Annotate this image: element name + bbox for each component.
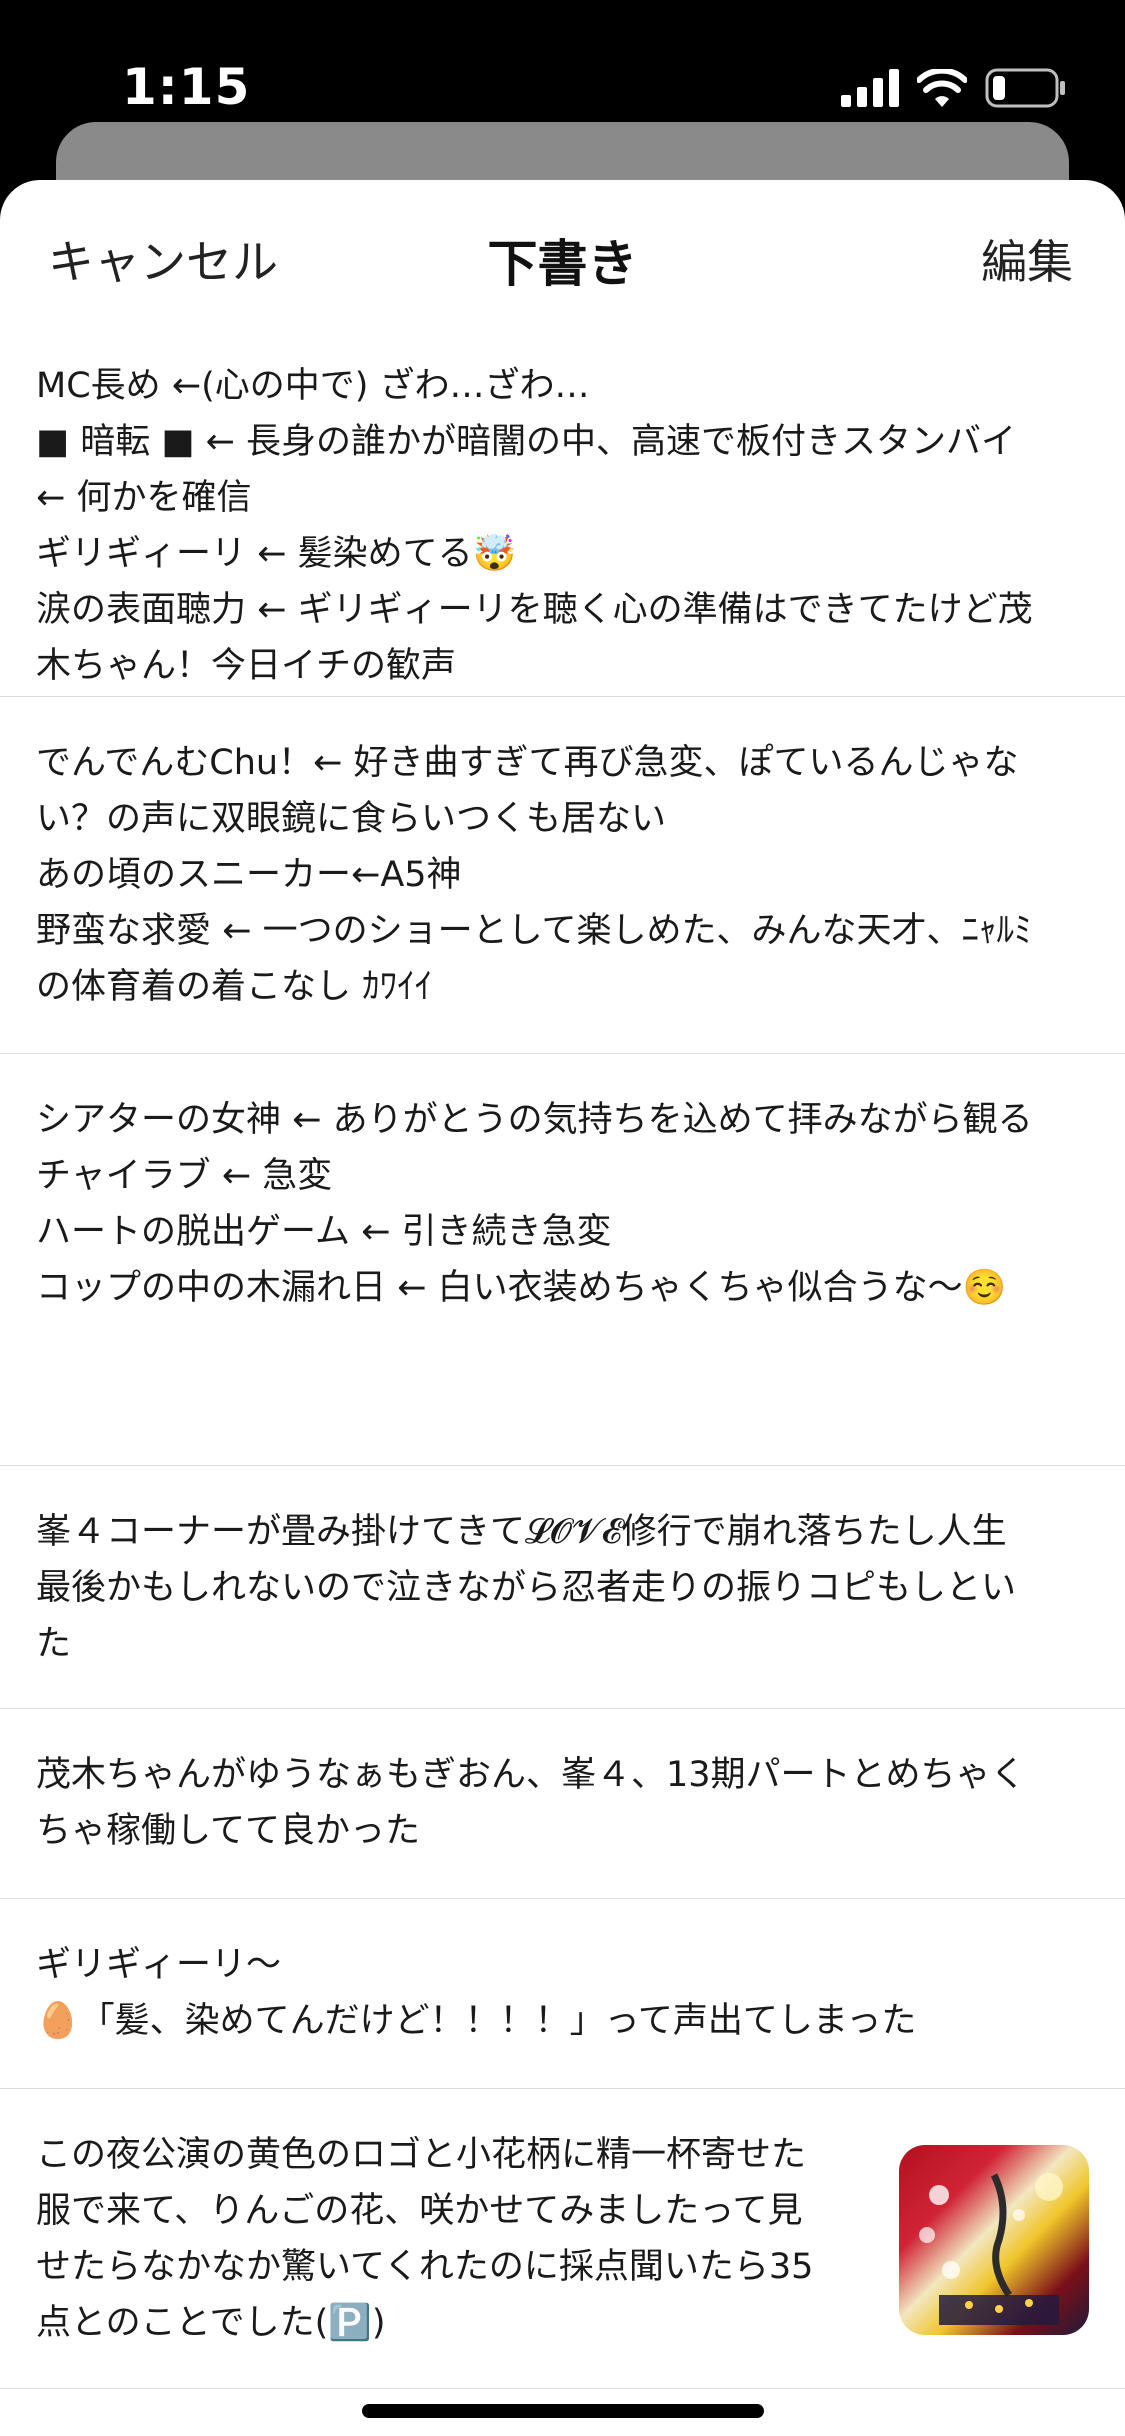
draft-line: い？の声に双眼鏡に食らいつくも居ない (36, 799, 667, 839)
cellular-signal-icon (841, 69, 899, 107)
status-icons (841, 66, 1067, 110)
draft-line: 野蛮な求愛 ← 一つのショーとして楽しめた、みんな天才、ﾆｬﾙﾐ (36, 911, 1032, 951)
page-title: 下書き (487, 235, 638, 293)
draft-item[interactable]: ギリギィーリ〜 🥚「髪、染めてんだけど！！！！」って声出てしまった (0, 1899, 1125, 2089)
draft-line: でんでんむChu！← 好き曲すぎて再び急変、ぽているんじゃな (36, 743, 1019, 783)
draft-line: せたらなかなか驚いてくれたのに採点聞いたら35 (36, 2247, 814, 2287)
draft-line: 木ちゃん！今日イチの歓声 (36, 646, 457, 686)
draft-item[interactable]: 茂木ちゃんがゆうなぁもぎおん、峯４、13期パートとめちゃく ちゃ稼働してて良かっ… (0, 1709, 1125, 1899)
battery-icon (985, 68, 1065, 108)
draft-line: ちゃ稼働してて良かった (36, 1811, 420, 1851)
home-indicator[interactable] (362, 2404, 764, 2418)
draft-item[interactable]: シアターの女神 ← ありがとうの気持ちを込めて拝みながら観る チャイラブ ← 急… (0, 1054, 1125, 1466)
draft-line: ギリギィーリ ← 髪染めてる🤯 (36, 534, 517, 574)
draft-line: この夜公演の黄色のロゴと小花柄に精一杯寄せた (36, 2135, 807, 2175)
draft-item-with-thumbnail[interactable]: この夜公演の黄色のロゴと小花柄に精一杯寄せた 服で来て、りんごの花、咲かせてみま… (0, 2089, 1125, 2389)
draft-item[interactable]: MC長め ←(心の中で) ざわ…ざわ… ■ 暗転 ■ ← 長身の誰かが暗闇の中、… (0, 320, 1125, 697)
draft-line: 茂木ちゃんがゆうなぁもぎおん、峯４、13期パートとめちゃく (36, 1755, 1026, 1795)
draft-line: の体育着の着こなし ｶﾜｲｲ (36, 967, 433, 1007)
draft-line: た (36, 1624, 72, 1664)
draft-item[interactable]: でんでんむChu！← 好き曲すぎて再び急変、ぽているんじゃな い？の声に双眼鏡に… (0, 697, 1125, 1054)
draft-line: ■ 暗転 ■ ← 長身の誰かが暗闇の中、高速で板付きスタンバイ (36, 422, 1016, 462)
draft-line: シアターの女神 ← ありがとうの気持ちを込めて拝みながら観る (36, 1100, 1033, 1140)
draft-line: 最後かもしれないので泣きながら忍者走りの振りコピもしとい (36, 1568, 1017, 1608)
attached-image-thumbnail[interactable] (899, 2145, 1089, 2335)
wifi-icon (917, 69, 967, 107)
draft-line: あの頃のスニーカー←A5神 (36, 855, 462, 895)
draft-line: MC長め ←(心の中で) ざわ…ざわ… (36, 366, 590, 406)
thumbnail-graphic (919, 2173, 1063, 2325)
draft-line: ギリギィーリ〜 (36, 1945, 282, 1985)
drafts-sheet: キャンセル 下書き 編集 MC長め ←(心の中で) ざわ…ざわ… ■ 暗転 ■ … (0, 180, 1125, 2436)
draft-line: 服で来て、りんごの花、咲かせてみましたって見 (36, 2191, 803, 2231)
draft-line: チャイラブ ← 急変 (36, 1156, 333, 1196)
navigation-bar: キャンセル 下書き 編集 (0, 180, 1125, 320)
edit-button[interactable]: 編集 (981, 226, 1073, 292)
drafts-list: MC長め ←(心の中で) ざわ…ざわ… ■ 暗転 ■ ← 長身の誰かが暗闇の中、… (0, 320, 1125, 2389)
draft-item[interactable]: 峯４コーナーが畳み掛けてきて𝓛𝓞𝓥𝓔修行で崩れ落ちたし人生 最後かもしれないので… (0, 1466, 1125, 1709)
draft-line: ← 何かを確信 (36, 478, 252, 518)
draft-line: 点とのことでした(🅿️) (36, 2303, 386, 2343)
draft-line: コップの中の木漏れ日 ← 白い衣装めちゃくちゃ似合うな〜☺️ (36, 1268, 1007, 1308)
draft-line: ハートの脱出ゲーム ← 引き続き急変 (36, 1212, 612, 1252)
status-time: 1:15 (122, 58, 251, 116)
draft-line: 峯４コーナーが畳み掛けてきて𝓛𝓞𝓥𝓔修行で崩れ落ちたし人生 (36, 1512, 1007, 1552)
draft-line: 🥚「髪、染めてんだけど！！！！」って声出てしまった (36, 2001, 917, 2041)
draft-line: 涙の表面聴力 ← ギリギィーリを聴く心の準備はできてたけど茂 (36, 590, 1033, 630)
